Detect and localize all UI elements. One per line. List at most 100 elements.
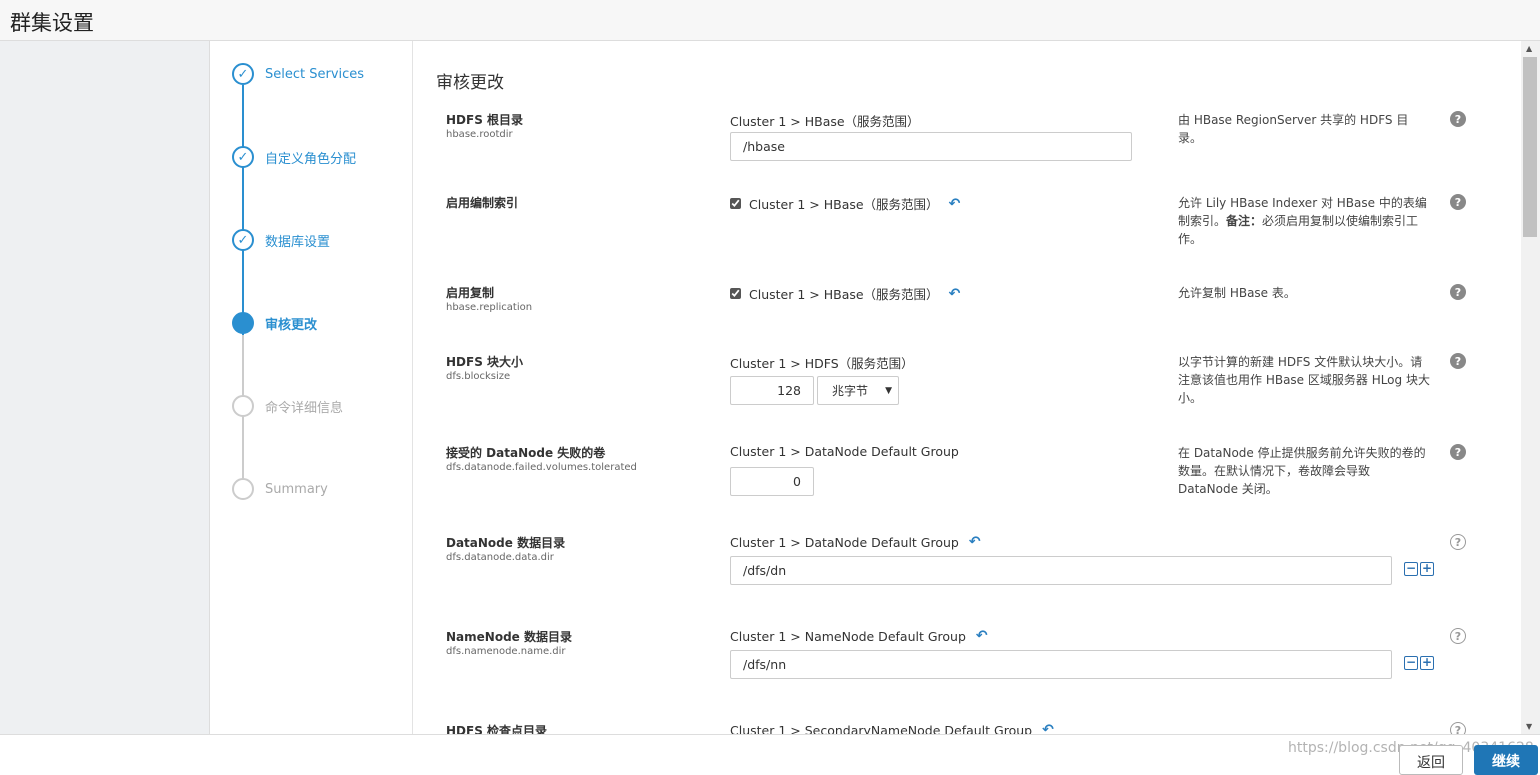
back-button[interactable]: 返回 <box>1399 745 1463 775</box>
minus-box-icon[interactable]: − <box>1404 656 1418 670</box>
property-name: 启用复制 <box>446 286 495 300</box>
step-summary: Summary <box>232 477 328 501</box>
scope-text: Cluster 1 > DataNode Default Group <box>730 534 959 550</box>
check-icon: ✓ <box>232 146 254 168</box>
hbase-rootdir-input[interactable]: /hbase <box>730 132 1132 161</box>
caret-down-icon: ▼ <box>885 385 892 396</box>
continue-button[interactable]: 继续 <box>1474 745 1538 775</box>
question-circle-icon[interactable]: ? <box>1450 353 1466 369</box>
vertical-scrollbar[interactable]: ▲ ▼ <box>1521 41 1540 734</box>
select-value: 兆字节 <box>832 384 869 398</box>
config-row-datanode-data-dir: DataNode 数据目录 dfs.datanode.data.dir Clus… <box>414 534 1521 614</box>
add-remove-controls: − + <box>1404 656 1434 670</box>
minus-box-icon[interactable]: − <box>1404 562 1418 576</box>
datanode-data-dir-input[interactable]: /dfs/dn <box>730 556 1392 585</box>
enable-replication-checkbox[interactable] <box>730 288 741 299</box>
property-scope: Cluster 1 > HDFS（服务范围） <box>730 353 914 372</box>
scope-text: Cluster 1 > HBase（服务范围） <box>749 197 939 212</box>
blocksize-unit-select[interactable]: 兆字节 ▼ <box>817 376 899 405</box>
property-key: dfs.blocksize <box>446 371 511 382</box>
wizard-steps: ✓ Select Services ✓ 自定义角色分配 ✓ 数据库设置 审核更改… <box>210 41 413 734</box>
property-scope: Cluster 1 > HBase（服务范围） ↶ <box>730 284 960 303</box>
property-description: 由 HBase RegionServer 共享的 HDFS 目录。 <box>1178 113 1409 145</box>
config-row-namenode-name-dir: NameNode 数据目录 dfs.namenode.name.dir Clus… <box>414 628 1521 708</box>
pending-step-icon <box>232 395 254 417</box>
step-label: 数据库设置 <box>265 234 331 250</box>
question-circle-icon[interactable]: ? <box>1450 722 1466 734</box>
question-circle-icon[interactable]: ? <box>1450 111 1466 127</box>
page-title: 群集设置 <box>10 11 94 35</box>
undo-arrow-icon[interactable]: ↶ <box>949 286 961 302</box>
namenode-name-dir-input[interactable]: /dfs/nn <box>730 650 1392 679</box>
property-name: HDFS 检查点目录 <box>446 724 548 734</box>
undo-arrow-icon[interactable]: ↶ <box>969 534 981 550</box>
step-label: 审核更改 <box>265 317 318 333</box>
plus-box-icon[interactable]: + <box>1420 656 1434 670</box>
desc-note-label: 备注： <box>1226 214 1263 228</box>
property-name: HDFS 块大小 <box>446 355 524 369</box>
enable-indexing-checkbox[interactable] <box>730 198 741 209</box>
scope-text: Cluster 1 > HBase（服务范围） <box>730 114 920 129</box>
plus-box-icon[interactable]: + <box>1420 562 1434 576</box>
question-circle-icon[interactable]: ? <box>1450 194 1466 210</box>
review-panel: 审核更改 HDFS 根目录 hbase.rootdir Cluster 1 > … <box>414 41 1521 734</box>
property-name: 启用编制索引 <box>446 196 519 210</box>
property-key: hbase.replication <box>446 302 533 313</box>
step-label: 命令详细信息 <box>265 400 344 416</box>
property-key: dfs.namenode.name.dir <box>446 646 566 657</box>
question-circle-icon[interactable]: ? <box>1450 534 1466 550</box>
question-circle-icon[interactable]: ? <box>1450 284 1466 300</box>
property-name: HDFS 根目录 <box>446 113 524 127</box>
undo-arrow-icon[interactable]: ↶ <box>949 196 961 212</box>
step-label: Select Services <box>265 66 365 82</box>
top-bar: 群集设置 <box>0 0 1540 41</box>
config-row-hbase-rootdir: HDFS 根目录 hbase.rootdir Cluster 1 > HBase… <box>414 111 1521 191</box>
config-row-enable-indexing: 启用编制索引 Cluster 1 > HBase（服务范围） ↶ 允许 Lily… <box>414 194 1521 274</box>
scope-text: Cluster 1 > SecondaryNameNode Default Gr… <box>730 722 1033 735</box>
property-name: 接受的 DataNode 失败的卷 <box>446 446 606 460</box>
check-icon: ✓ <box>232 229 254 251</box>
steps-progress-line <box>242 85 244 335</box>
scroll-up-icon[interactable]: ▲ <box>1526 44 1532 53</box>
footer-bar: https://blog.csdn.net/qq_40341628 返回 继续 <box>0 734 1540 775</box>
scope-text: Cluster 1 > HDFS（服务范围） <box>730 356 914 371</box>
step-label: 自定义角色分配 <box>265 151 357 167</box>
question-circle-icon[interactable]: ? <box>1450 628 1466 644</box>
property-description: 在 DataNode 停止提供服务前允许失败的卷的数量。在默认情况下，卷故障会导… <box>1178 446 1426 496</box>
add-remove-controls: − + <box>1404 562 1434 576</box>
property-name: NameNode 数据目录 <box>446 630 572 644</box>
property-scope: Cluster 1 > HBase（服务范围） ↶ <box>730 194 960 213</box>
scrollbar-thumb[interactable] <box>1523 57 1537 237</box>
property-scope: Cluster 1 > SecondaryNameNode Default Gr… <box>730 722 1054 734</box>
section-title: 审核更改 <box>436 73 504 93</box>
property-description: 允许复制 HBase 表。 <box>1178 286 1296 300</box>
property-description: 允许 Lily HBase Indexer 对 HBase 中的表编制索引。备注… <box>1178 194 1430 248</box>
property-key: dfs.datanode.data.dir <box>446 552 554 563</box>
blocksize-input[interactable]: 128 <box>730 376 814 405</box>
pending-step-icon <box>232 478 254 500</box>
failed-volumes-input[interactable]: 0 <box>730 467 814 496</box>
property-key: dfs.datanode.failed.volumes.tolerated <box>446 462 637 473</box>
step-custom-role-assignment[interactable]: ✓ 自定义角色分配 <box>232 145 356 169</box>
property-description: 以字节计算的新建 HDFS 文件默认块大小。请注意该值也用作 HBase 区域服… <box>1178 355 1430 405</box>
undo-arrow-icon[interactable]: ↶ <box>976 628 988 644</box>
scope-text: Cluster 1 > HBase（服务范围） <box>749 287 939 302</box>
property-scope: Cluster 1 > DataNode Default Group ↶ <box>730 534 981 550</box>
step-select-services[interactable]: ✓ Select Services <box>232 62 364 86</box>
step-database-setup[interactable]: ✓ 数据库设置 <box>232 228 330 252</box>
undo-arrow-icon[interactable]: ↶ <box>1042 722 1054 734</box>
property-key: hbase.rootdir <box>446 129 513 140</box>
config-row-enable-replication: 启用复制 hbase.replication Cluster 1 > HBase… <box>414 284 1521 344</box>
config-row-failed-volumes: 接受的 DataNode 失败的卷 dfs.datanode.failed.vo… <box>414 444 1521 524</box>
config-row-hdfs-checkpoint-dir: HDFS 检查点目录 Cluster 1 > SecondaryNameNode… <box>414 722 1521 734</box>
active-step-icon <box>232 312 254 334</box>
property-scope: Cluster 1 > HBase（服务范围） <box>730 111 920 130</box>
step-command-details: 命令详细信息 <box>232 394 343 418</box>
property-scope: Cluster 1 > DataNode Default Group <box>730 444 959 459</box>
scroll-down-icon[interactable]: ▼ <box>1526 722 1532 731</box>
property-scope: Cluster 1 > NameNode Default Group ↶ <box>730 628 988 644</box>
config-row-hdfs-blocksize: HDFS 块大小 dfs.blocksize Cluster 1 > HDFS（… <box>414 353 1521 433</box>
step-review-changes[interactable]: 审核更改 <box>232 311 317 335</box>
scope-text: Cluster 1 > DataNode Default Group <box>730 444 959 459</box>
question-circle-icon[interactable]: ? <box>1450 444 1466 460</box>
